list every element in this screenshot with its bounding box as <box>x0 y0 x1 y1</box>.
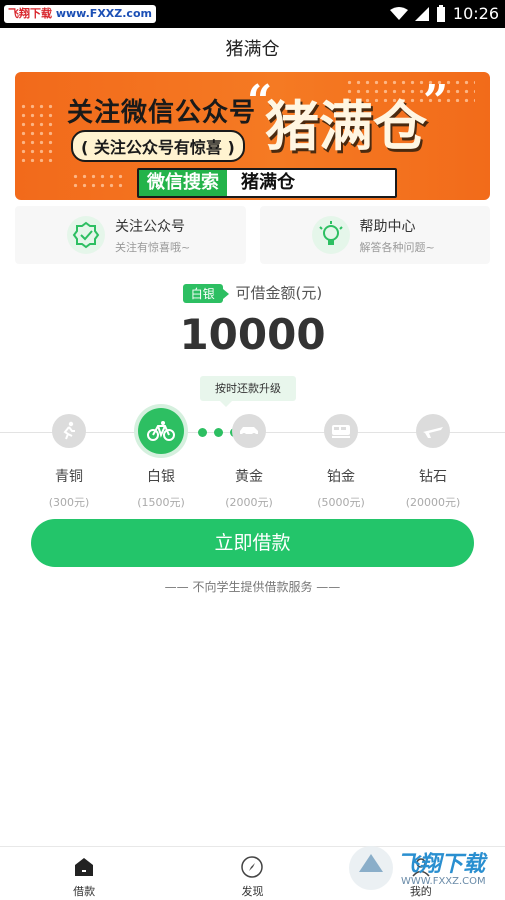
level-limit: (1500元) <box>137 496 185 509</box>
level-name: 白银 <box>147 469 175 485</box>
search-tag: 微信搜索 <box>139 170 227 196</box>
card-title: 关注公众号 <box>115 218 185 235</box>
card-subtitle: 关注有惊喜哦~ <box>115 240 191 254</box>
student-notice: —— 不向学生提供借款服务 —— <box>164 580 341 594</box>
bicycle-icon <box>138 408 184 454</box>
level-gold[interactable]: 黄金 (2000元) <box>209 414 289 510</box>
site-watermark: 飞翔下载 WWW.FXXZ.COM <box>345 842 495 894</box>
tab-label: 借款 <box>73 885 96 898</box>
loan-amount: 10000 <box>179 310 326 359</box>
compass-icon <box>241 856 264 878</box>
lightbulb-icon <box>311 216 350 254</box>
signal-icon <box>414 6 429 21</box>
card-title: 帮助中心 <box>359 218 416 235</box>
watermark-url: WWW.FXXZ.COM <box>401 876 486 887</box>
level-diamond[interactable]: 钻石 (20000元) <box>393 414 473 510</box>
banner-subheadline: ( 关注公众号有惊喜 ) <box>71 130 245 162</box>
tab-discover[interactable]: 发现 <box>168 847 336 900</box>
tab-borrow[interactable]: 借款 <box>0 847 168 900</box>
follow-account-card[interactable]: 关注公众号 关注有惊喜哦~ <box>15 206 246 264</box>
level-silver[interactable]: 白银 (1500元) <box>121 408 201 510</box>
train-icon <box>324 414 358 448</box>
airplane-icon <box>416 414 450 448</box>
level-name: 铂金 <box>327 469 355 485</box>
runner-icon <box>52 414 86 448</box>
level-name: 黄金 <box>235 469 263 485</box>
level-limit: (5000元) <box>317 496 365 509</box>
download-site-badge: 飞翔下载 www.FXXZ.com <box>4 5 156 23</box>
banner-dots <box>71 172 127 192</box>
promo-banner[interactable]: 关注微信公众号 ( 关注公众号有惊喜 ) “ 猪满仓 ” 微信搜索 猪满仓 <box>15 72 490 200</box>
search-text: 猪满仓 <box>241 172 295 193</box>
help-center-card[interactable]: 帮助中心 解答各种问题~ <box>259 206 490 264</box>
banner-headline: 关注微信公众号 <box>67 98 257 128</box>
watermark-text: 飞翔下载 <box>397 852 486 877</box>
badge-url: www.FXXZ.com <box>55 7 152 20</box>
card-subtitle: 解答各种问题~ <box>359 240 435 254</box>
level-platinum[interactable]: 铂金 (5000元) <box>301 414 381 510</box>
close-quote: ” <box>423 76 449 127</box>
upgrade-tip: 按时还款升级 <box>200 376 296 407</box>
borrow-now-button[interactable]: 立即借款 <box>31 519 474 567</box>
banner-brand: 猪满仓 <box>265 94 427 158</box>
page-title: 猪满仓 <box>225 39 280 60</box>
clock: 10:26 <box>452 4 499 23</box>
car-icon <box>232 414 266 448</box>
status-bar: 飞翔下载 www.FXXZ.com 10:26 <box>0 0 505 28</box>
level-bronze[interactable]: 青铜 (300元) <box>29 414 109 510</box>
badge-label: 飞翔下载 <box>8 7 52 20</box>
home-icon <box>75 858 94 876</box>
amount-header: 白银 可借金额(元) <box>0 282 505 303</box>
badge-check-icon <box>67 216 105 254</box>
wifi-icon <box>389 6 408 20</box>
tier-badge: 白银 <box>182 284 229 303</box>
tab-label: 发现 <box>241 885 264 898</box>
battery-icon <box>436 5 445 22</box>
level-limit: (20000元) <box>405 496 461 509</box>
banner-search-box: 微信搜索 猪满仓 <box>137 168 397 198</box>
level-name: 青铜 <box>55 469 83 485</box>
level-limit: (300元) <box>48 496 90 509</box>
level-limit: (2000元) <box>225 496 273 509</box>
amount-label: 可借金额(元) <box>235 284 323 302</box>
status-icons: 10:26 <box>389 4 499 23</box>
shortcut-cards: 关注公众号 关注有惊喜哦~ 帮助中心 解答各种问题~ <box>15 206 490 264</box>
banner-dots <box>19 102 55 162</box>
level-name: 钻石 <box>419 469 447 485</box>
